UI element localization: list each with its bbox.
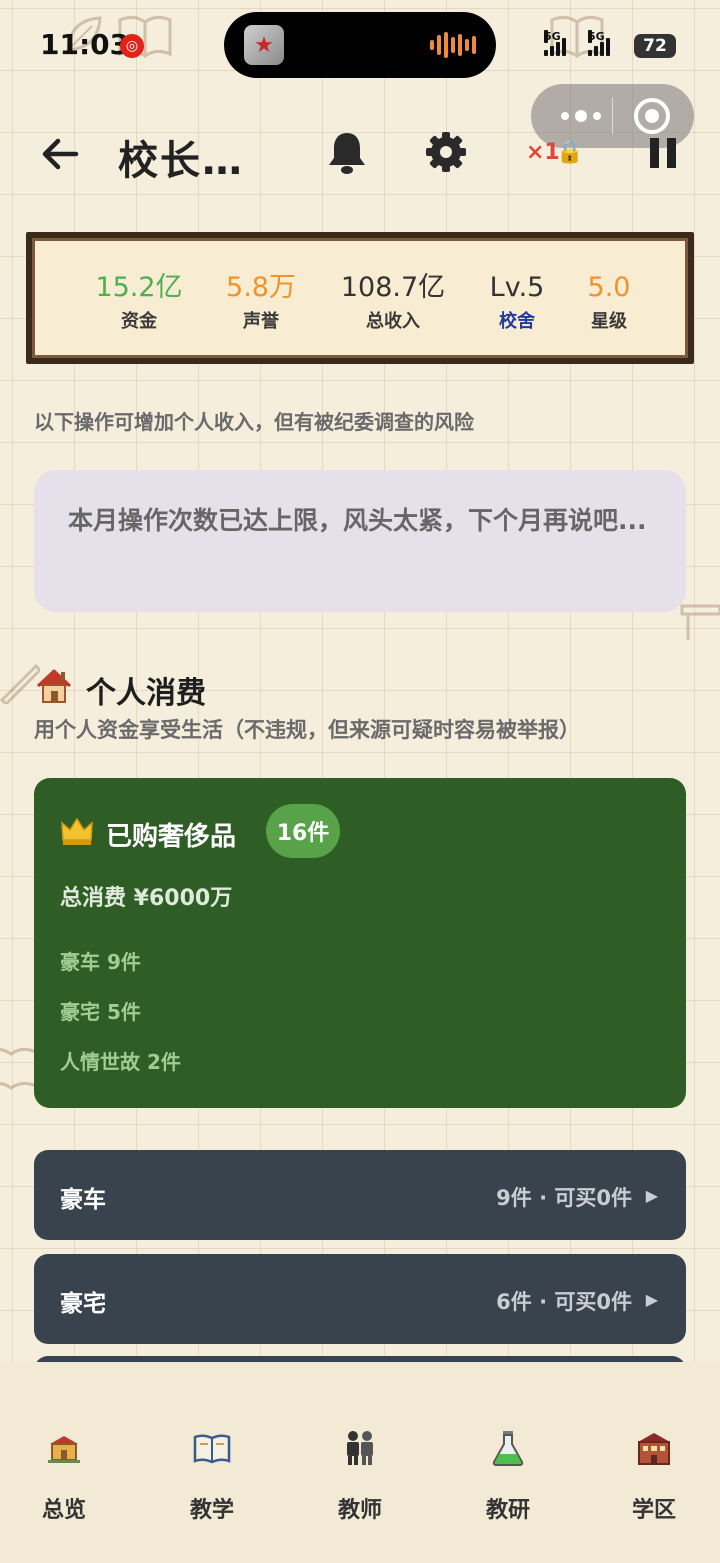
risk-warning: 以下操作可增加个人收入，但有被纪委调查的风险: [34, 410, 474, 434]
back-arrow-icon[interactable]: [38, 132, 82, 176]
stat-reputation: 5.8万 声誉: [201, 271, 321, 333]
building-icon: [638, 1433, 670, 1465]
status-bar: 11:03 ◎ ★ 5G 5G 72: [0, 0, 720, 92]
stats-board: 15.2亿 资金 5.8万 声誉 108.7亿 总收入 Lv.5 校舍 5.0 …: [32, 238, 688, 358]
cellular-signal-icon: 5G: [588, 30, 610, 56]
house-icon: [36, 669, 72, 703]
audio-wave-icon: [430, 32, 476, 58]
nav-label: 总览: [41, 1498, 86, 1523]
luxury-summary-card: 已购奢侈品 16件 总消费 ¥6000万 豪车 9件 豪宅 5件 人情世故 2件: [34, 778, 686, 1108]
nav-label: 教研: [485, 1498, 530, 1523]
bell-icon[interactable]: [326, 130, 368, 176]
gear-icon[interactable]: [424, 130, 468, 174]
nav-tab-teaching[interactable]: 教学: [162, 1428, 262, 1524]
category-meta: 9件 · 可买0件: [496, 1186, 632, 1210]
battery-indicator: 72: [634, 34, 676, 58]
stat-value: 5.8万: [226, 272, 296, 303]
stat-label: 星级: [591, 311, 627, 332]
nav-tab-research[interactable]: 教研: [458, 1428, 558, 1524]
stat-label: 资金: [121, 311, 157, 332]
capsule-divider: [612, 98, 613, 134]
dynamic-island[interactable]: ★: [224, 12, 496, 78]
category-name: 豪车: [60, 1187, 106, 1213]
stat-label: 声誉: [243, 311, 279, 332]
lock-icon: 🔒: [556, 140, 584, 165]
luxury-count-badge: 16件: [266, 804, 340, 858]
category-name: 豪宅: [60, 1291, 106, 1317]
nav-label: 学区: [631, 1498, 676, 1523]
nav-tab-district[interactable]: 学区: [604, 1428, 704, 1524]
signal-label: 5G: [544, 30, 561, 43]
section-title: 个人消费: [86, 676, 206, 711]
luxury-item-social: 人情世故 2件: [60, 1050, 181, 1074]
chevron-right-icon: ▶: [645, 1186, 658, 1205]
luxury-total-spend: 总消费 ¥6000万: [60, 886, 233, 911]
nav-tab-overview[interactable]: 总览: [14, 1428, 114, 1524]
nav-label: 教师: [337, 1498, 382, 1523]
stat-funds: 15.2亿 资金: [79, 271, 199, 333]
album-art-icon: ★: [244, 25, 284, 65]
more-dots-icon[interactable]: [553, 104, 609, 128]
limit-notice-text: 本月操作次数已达上限，风头太紧，下个月再说吧...: [68, 506, 647, 535]
chevron-right-icon: ▶: [645, 1290, 658, 1309]
luxury-item-cars: 豪车 9件: [60, 950, 141, 974]
signal-label: 5G: [588, 30, 605, 43]
stat-value: 15.2亿: [95, 272, 183, 303]
school-house-icon: [48, 1436, 80, 1463]
game-speed[interactable]: ×1: [526, 140, 560, 165]
stat-label: 总收入: [366, 311, 420, 332]
music-app-icon: ◎: [120, 34, 144, 58]
pause-icon[interactable]: [650, 138, 676, 168]
flask-icon: [492, 1431, 524, 1466]
stats-panel: 15.2亿 资金 5.8万 声誉 108.7亿 总收入 Lv.5 校舍 5.0 …: [26, 232, 694, 364]
bottom-nav: 总览 教学 教师 教研 学区: [0, 1362, 720, 1563]
stat-star-rating: 5.0 星级: [549, 271, 669, 333]
category-row-houses[interactable]: 豪宅 6件 · 可买0件 ▶: [34, 1254, 686, 1344]
nav-tab-teachers[interactable]: 教师: [310, 1428, 410, 1524]
luxury-item-houses: 豪宅 5件: [60, 1000, 141, 1024]
open-book-icon: [193, 1434, 231, 1464]
crown-icon: [61, 817, 93, 845]
cellular-signal-icon: 5G: [544, 30, 566, 56]
luxury-title: 已购奢侈品: [106, 822, 237, 852]
nav-label: 教学: [189, 1498, 234, 1523]
close-target-icon[interactable]: [634, 98, 670, 134]
category-row-cars[interactable]: 豪车 9件 · 可买0件 ▶: [34, 1150, 686, 1240]
status-time: 11:03: [40, 28, 130, 61]
stat-value: 5.0: [587, 272, 631, 303]
people-icon: [347, 1431, 373, 1465]
stat-total-income: 108.7亿 总收入: [333, 271, 453, 333]
page-title: 校长…: [118, 138, 244, 184]
category-meta: 6件 · 可买0件: [496, 1290, 632, 1314]
stat-value: 108.7亿: [340, 272, 446, 303]
desk-doodle-icon: [680, 604, 720, 640]
limit-notice-card: 本月操作次数已达上限，风头太紧，下个月再说吧...: [34, 470, 686, 612]
section-subtitle: 用个人资金享受生活（不违规，但来源可疑时容易被举报）: [34, 718, 580, 742]
